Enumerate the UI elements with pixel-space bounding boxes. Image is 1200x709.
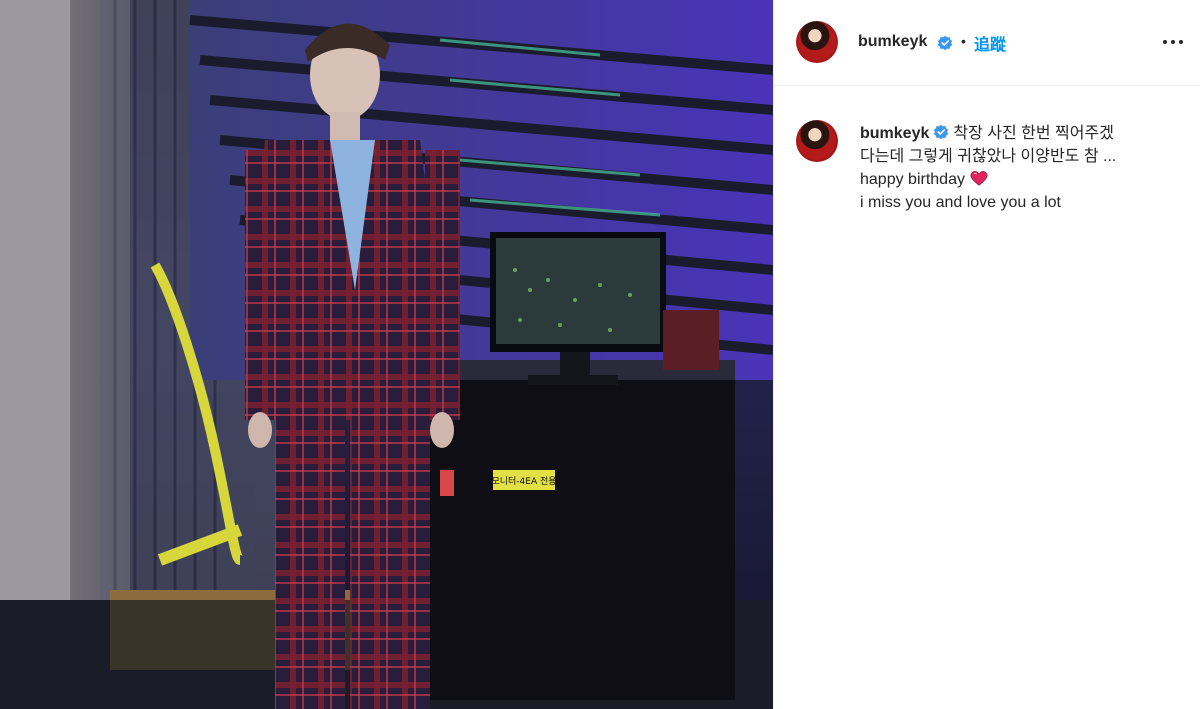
photo-scene: 모니터-4EA 전용 bbox=[0, 0, 773, 709]
caption-line-3: happy birthday bbox=[860, 171, 965, 188]
verified-badge-icon bbox=[937, 35, 953, 51]
separator-dot: • bbox=[961, 33, 966, 49]
post-caption: bumkeyk 착장 사진 한번 찍어주겠 다는데 그렇게 귀찮았나 이양반도 … bbox=[860, 122, 1180, 214]
case-sticker-text: 모니터-4EA 전용 bbox=[491, 476, 556, 487]
verified-badge-icon bbox=[934, 124, 949, 140]
caption-avatar[interactable] bbox=[796, 120, 838, 162]
follow-button[interactable]: 追蹤 bbox=[974, 31, 1006, 55]
caption-line-2: 다는데 그렇게 귀찮았나 이양반도 참 ... bbox=[860, 148, 1117, 165]
post-side-panel: bumkeyk • 追蹤 bumkeyk 착장 사진 한번 찍어주겠 다는데 그… bbox=[773, 0, 1200, 709]
caption-line-1: 착장 사진 한번 찍어주겠 bbox=[953, 125, 1114, 142]
heart-icon bbox=[970, 170, 988, 186]
post-header: bumkeyk • 追蹤 bbox=[774, 0, 1200, 86]
header-username[interactable]: bumkeyk bbox=[858, 33, 927, 51]
post-photo[interactable]: 모니터-4EA 전용 bbox=[0, 0, 773, 709]
caption-username[interactable]: bumkeyk bbox=[860, 125, 929, 142]
more-horizontal-icon[interactable] bbox=[1161, 30, 1185, 54]
avatar[interactable] bbox=[796, 21, 838, 63]
caption-line-4: i miss you and love you a lot bbox=[860, 194, 1061, 211]
